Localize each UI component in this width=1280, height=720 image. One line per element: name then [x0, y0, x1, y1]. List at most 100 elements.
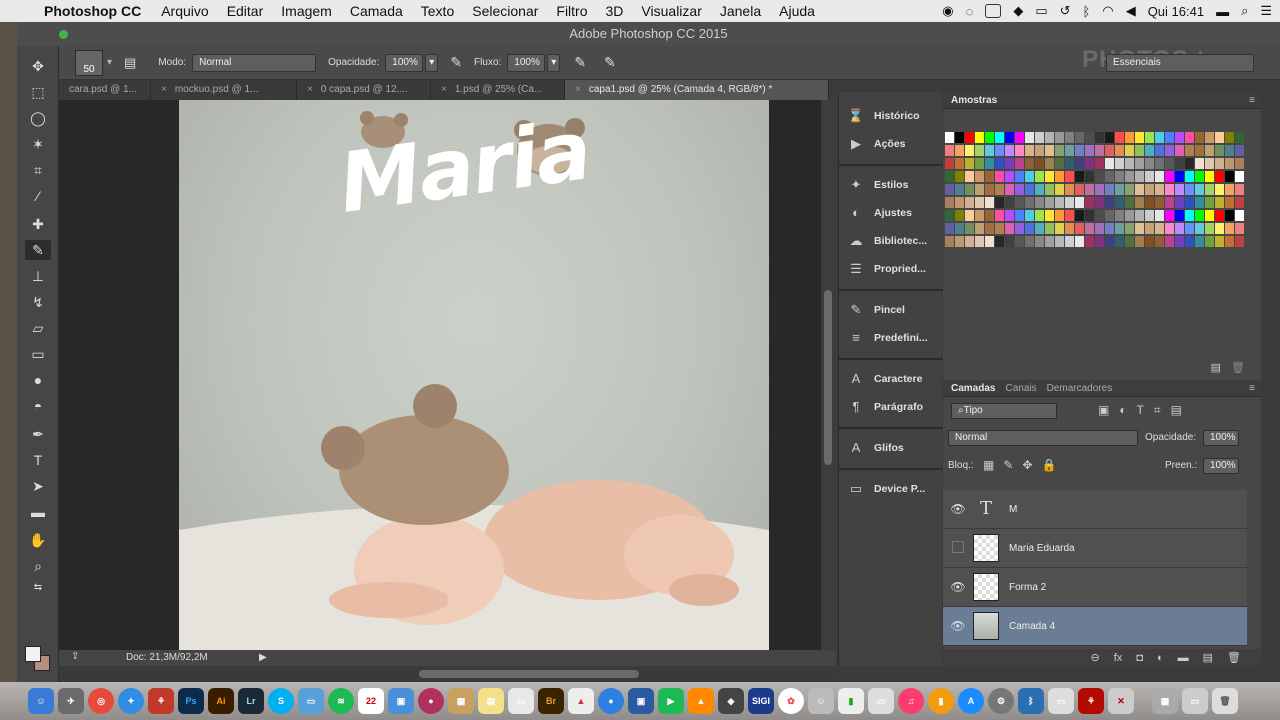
panel-caractere[interactable]: A Caractere	[847, 368, 923, 390]
panel-acoes[interactable]: ▶ Ações	[847, 133, 906, 155]
swatch-chip[interactable]	[1075, 132, 1084, 143]
swatch-chip[interactable]	[1195, 132, 1204, 143]
notification-center-icon[interactable]: ☰	[1260, 3, 1272, 19]
archive-icon[interactable]: ▦	[448, 688, 474, 714]
swatch-chip[interactable]	[1005, 132, 1014, 143]
swatch-chip[interactable]	[1235, 197, 1244, 208]
swatch-chip[interactable]	[1055, 184, 1064, 195]
swatch-chip[interactable]	[1135, 223, 1144, 234]
swatch-chip[interactable]	[1145, 132, 1154, 143]
layer-name[interactable]: Maria Eduarda	[1009, 543, 1075, 554]
spotlight-search-icon[interactable]: ⌕	[1241, 3, 1248, 19]
swatch-chip[interactable]	[955, 145, 964, 156]
swatch-chip[interactable]	[1195, 210, 1204, 221]
swatch-chip[interactable]	[1135, 132, 1144, 143]
swatch-chip[interactable]	[1005, 145, 1014, 156]
swatch-chip[interactable]	[1225, 158, 1234, 169]
swatch-chip[interactable]	[1215, 210, 1224, 221]
menu-editar[interactable]: Editar	[227, 3, 264, 19]
contacts-icon[interactable]: ☺	[808, 688, 834, 714]
swatch-chip[interactable]	[1025, 184, 1034, 195]
canvas-workspace[interactable]: Maria	[59, 100, 821, 650]
close-icon[interactable]: ×	[575, 84, 581, 95]
swatch-chip[interactable]	[1075, 171, 1084, 182]
menu-ajuda[interactable]: Ajuda	[779, 3, 815, 19]
swatch-chip[interactable]	[1035, 171, 1044, 182]
panel-historico[interactable]: ⌛ Histórico	[847, 105, 920, 127]
swatch-chip[interactable]	[1005, 197, 1014, 208]
chrome-icon[interactable]: ◎	[88, 688, 114, 714]
keynote-icon[interactable]: ▭	[868, 688, 894, 714]
swatch-chip[interactable]	[1105, 197, 1114, 208]
swatch-chip[interactable]	[1015, 145, 1024, 156]
gradient-tool-icon[interactable]: ▭	[25, 344, 51, 364]
swatch-chip[interactable]	[1085, 236, 1094, 247]
swatch-chip[interactable]	[1045, 223, 1054, 234]
swatch-chip[interactable]	[1055, 210, 1064, 221]
swatch-chip[interactable]	[1065, 210, 1074, 221]
swatch-chip[interactable]	[1095, 132, 1104, 143]
swatch-chip[interactable]	[1045, 184, 1054, 195]
flow-dropdown[interactable]: ▾	[547, 53, 561, 72]
brush-preset-picker[interactable]: 50	[75, 49, 103, 76]
zoom-tool-icon[interactable]: ⌕	[25, 556, 51, 576]
swatch-chip[interactable]	[1145, 158, 1154, 169]
swatch-chip[interactable]	[1195, 145, 1204, 156]
photo-viewer-icon[interactable]: ▣	[388, 688, 414, 714]
swatch-chip[interactable]	[1085, 171, 1094, 182]
brush-panel-toggle-icon[interactable]: ▤	[124, 55, 136, 71]
illustrator-icon[interactable]: Ai	[208, 688, 234, 714]
swatch-chip[interactable]	[1085, 132, 1094, 143]
visibility-eye-icon[interactable]: 👁	[943, 502, 973, 516]
swatch-chip[interactable]	[1205, 145, 1214, 156]
launchpad-icon[interactable]: ✈	[58, 688, 84, 714]
swatch-chip[interactable]	[1065, 171, 1074, 182]
swap-colors-icon[interactable]: ⇆	[25, 578, 51, 598]
swatch-chip[interactable]	[995, 132, 1004, 143]
swatch-chip[interactable]	[1185, 158, 1194, 169]
swatch-chip[interactable]	[995, 184, 1004, 195]
swatch-chip[interactable]	[1015, 171, 1024, 182]
swatch-chip[interactable]	[1185, 184, 1194, 195]
fx-icon[interactable]: fx	[1114, 652, 1123, 664]
type-tool-icon[interactable]: T	[25, 450, 51, 470]
swatch-chip[interactable]	[1235, 210, 1244, 221]
swatch-chip[interactable]	[1225, 223, 1234, 234]
group-folder-icon[interactable]: ▬	[1178, 652, 1189, 664]
swatch-chip[interactable]	[945, 158, 954, 169]
swatch-chip[interactable]	[1225, 197, 1234, 208]
canvas-horizontal-scrollbar[interactable]	[59, 666, 836, 682]
swatch-chip[interactable]	[1225, 132, 1234, 143]
swatch-chip[interactable]	[1025, 145, 1034, 156]
safari-icon[interactable]: ✦	[118, 688, 144, 714]
preview-icon[interactable]: ▭	[298, 688, 324, 714]
swatch-chip[interactable]	[1105, 184, 1114, 195]
swatch-chip[interactable]	[1125, 158, 1134, 169]
time-machine-icon[interactable]: ↺	[1060, 3, 1071, 19]
popcorn-icon[interactable]: ▲	[568, 688, 594, 714]
swatch-chip[interactable]	[1195, 223, 1204, 234]
swatch-chip[interactable]	[1115, 171, 1124, 182]
app-icon[interactable]: ▭	[1048, 688, 1074, 714]
layer-opacity-field[interactable]: 100%	[1203, 430, 1239, 446]
new-swatch-icon[interactable]: ▤	[1211, 361, 1221, 374]
swatch-chip[interactable]	[1105, 223, 1114, 234]
swatch-chip[interactable]	[1055, 197, 1064, 208]
scroll-thumb[interactable]	[824, 290, 832, 465]
opacity-field[interactable]: 100%	[385, 53, 424, 72]
swatch-chip[interactable]	[1075, 236, 1084, 247]
swatch-chip[interactable]	[1195, 236, 1204, 247]
panel-menu-icon[interactable]: ≡	[1249, 95, 1255, 106]
tab-canais[interactable]: Canais	[1005, 383, 1036, 394]
swatch-chip[interactable]	[1115, 223, 1124, 234]
app-icon[interactable]: ◈	[718, 688, 744, 714]
swatch-chip[interactable]	[995, 197, 1004, 208]
swatch-chip[interactable]	[1095, 236, 1104, 247]
swatch-chip[interactable]	[975, 158, 984, 169]
swatch-chip[interactable]	[985, 145, 994, 156]
layer-mask-icon[interactable]: ◘	[1136, 652, 1143, 664]
swatch-chip[interactable]	[1135, 171, 1144, 182]
swatch-chip[interactable]	[1215, 145, 1224, 156]
vlc-icon[interactable]: ▲	[688, 688, 714, 714]
swatch-chip[interactable]	[1105, 210, 1114, 221]
